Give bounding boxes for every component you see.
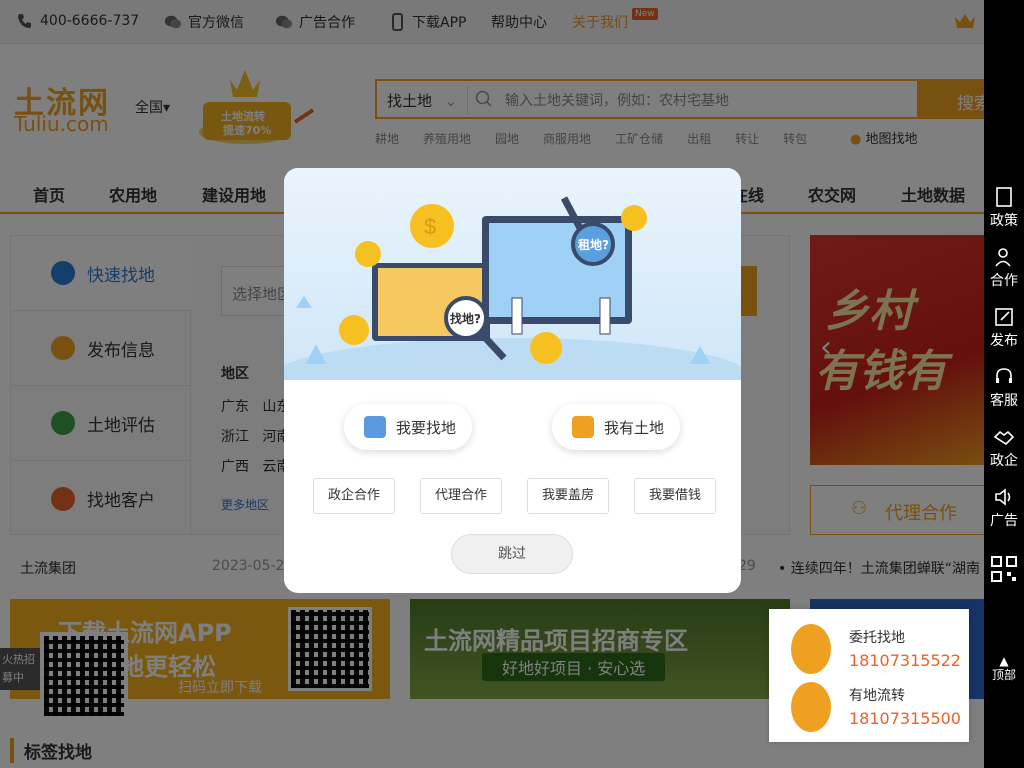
sidebar-label: 广告 <box>990 513 1018 529</box>
find-land-button[interactable]: 我要找地 <box>344 404 472 450</box>
sidebar-service[interactable]: 客服 <box>984 366 1024 410</box>
consult-row[interactable]: 有地流转 18107315500 <box>769 677 969 737</box>
document-icon <box>996 187 1012 207</box>
handshake-icon <box>993 430 1015 446</box>
speaker-icon <box>995 488 1011 506</box>
caret-up-icon: ▲ <box>999 654 1009 668</box>
sidebar-label: 政企 <box>990 453 1018 469</box>
have-land-label: 我有土地 <box>604 418 665 437</box>
sidebar-label: 合作 <box>990 273 1018 289</box>
qr-code-icon <box>991 556 1017 582</box>
bubble-rent: 租地? <box>578 238 609 252</box>
borrow-money-button[interactable]: 我要借钱 <box>634 478 716 514</box>
search-icon <box>364 416 386 438</box>
have-land-button[interactable]: 我有土地 <box>552 404 680 450</box>
sidebar-ad[interactable]: 广告 <box>984 486 1024 530</box>
avatar <box>791 682 831 732</box>
consult-panel: 委托找地 18107315522 有地流转 18107315500 <box>769 609 969 742</box>
skip-button[interactable]: 跳过 <box>451 534 573 574</box>
illustration-icon: $ <box>284 196 741 418</box>
sidebar-policy[interactable]: 政策 <box>984 186 1024 230</box>
consult-phone: 18107315500 <box>849 709 961 728</box>
sidebar-label: 发布 <box>990 333 1018 349</box>
sidebar-label: 客服 <box>990 393 1018 409</box>
consult-title: 委托找地 <box>849 630 905 646</box>
find-land-label: 我要找地 <box>396 418 457 437</box>
agent-coop-button[interactable]: 代理合作 <box>420 478 502 514</box>
land-icon <box>572 416 594 438</box>
user-add-icon <box>995 248 1011 267</box>
sidebar-label: 顶部 <box>991 668 1016 682</box>
avatar <box>791 624 831 674</box>
sidebar-coop[interactable]: 合作 <box>984 246 1024 290</box>
modal-illustration: $ 找地? 租地? <box>284 168 741 418</box>
edit-icon <box>995 308 1013 326</box>
sidebar-publish[interactable]: 发布 <box>984 306 1024 350</box>
sidebar-qr[interactable] <box>984 556 1024 584</box>
sidebar-top[interactable]: ▲ 顶部 <box>984 654 1024 683</box>
consult-title: 有地流转 <box>849 688 905 704</box>
svg-text:$: $ <box>424 214 436 239</box>
consult-phone: 18107315522 <box>849 651 961 670</box>
headset-icon <box>996 368 1012 383</box>
sidebar-label: 政策 <box>990 213 1018 229</box>
build-house-button[interactable]: 我要盖房 <box>527 478 609 514</box>
right-sidebar: 政策 合作 发布 客服 政企 广告 ▲ 顶部 <box>984 0 1024 768</box>
bubble-find: 找地? <box>450 312 481 326</box>
welcome-modal: $ 找地? 租地? 我要找地 我有土地 政企合作 代理合作 我要盖房 我要借钱 … <box>284 168 741 593</box>
gov-coop-button[interactable]: 政企合作 <box>313 478 395 514</box>
consult-row[interactable]: 委托找地 18107315522 <box>769 619 969 679</box>
sidebar-gov[interactable]: 政企 <box>984 426 1024 470</box>
